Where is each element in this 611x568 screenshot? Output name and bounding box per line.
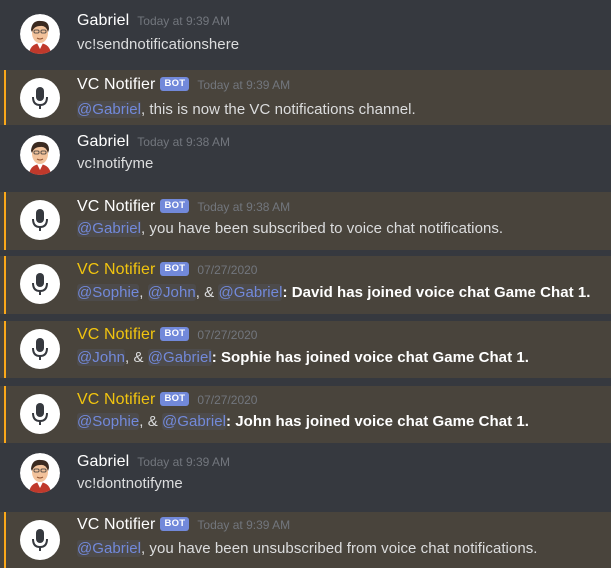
user-mention[interactable]: @Gabriel [218,284,283,301]
message-header: VC Notifier BOT Today at 9:39 AM [77,76,290,94]
user-mention[interactable]: @John [147,284,196,301]
user-avatar[interactable] [20,135,60,175]
author-name[interactable]: VC Notifier [77,326,155,344]
message-text: , you have been subscribed to voice chat… [140,220,504,237]
author-name[interactable]: VC Notifier [77,391,155,409]
separator: : [226,413,236,430]
bot-avatar[interactable] [20,329,60,369]
user-mention[interactable]: @Gabriel [162,413,226,430]
separator: , & [125,349,148,366]
bot-avatar[interactable] [20,200,60,240]
user-mention[interactable]: @Gabriel [77,220,141,237]
timestamp: Today at 9:39 AM [137,14,231,28]
message-text: , you have been unsubscribed from voice … [140,540,538,557]
bot-badge: BOT [160,77,190,91]
separator: , & [139,413,163,430]
bot-avatar[interactable] [20,78,60,118]
message: Gabriel Today at 9:38 AM vc!notifyme [0,125,611,188]
message-header: VC Notifier BOT 07/27/2020 [77,391,257,409]
author-name[interactable]: VC Notifier [77,198,155,216]
bot-badge: BOT [160,517,190,531]
message-content: @John, & @Gabriel: Sophie has joined voi… [77,349,529,366]
bot-badge: BOT [160,199,190,213]
author-name[interactable]: VC Notifier [77,261,155,279]
message-header: Gabriel Today at 9:39 AM [77,12,230,30]
message-highlighted: VC Notifier BOT 07/27/2020 @John, & @Gab… [0,321,611,378]
chat-message-list: Gabriel Today at 9:39 AM vc!sendnotifica… [0,0,611,568]
message-content: vc!dontnotifyme [77,475,183,492]
message-content: vc!notifyme [77,155,154,172]
timestamp: 07/27/2020 [197,328,258,342]
bold-text: David has joined voice chat Game Chat 1. [291,284,591,301]
timestamp: Today at 9:38 AM [137,135,231,149]
message-header: VC Notifier BOT 07/27/2020 [77,326,257,344]
message-text: , this is now the VC notifications chann… [140,101,416,118]
microphone-icon [32,273,48,295]
message: Gabriel Today at 9:39 AM vc!sendnotifica… [0,0,611,64]
user-mention[interactable]: @Gabriel [77,101,141,118]
message-content: @Sophie, @John, & @Gabriel: David has jo… [77,284,590,301]
user-mention[interactable]: @Gabriel [147,349,212,366]
message: Gabriel Today at 9:39 AM vc!dontnotifyme [0,443,611,507]
cartoon-man-avatar-icon [20,135,60,175]
cartoon-man-avatar-icon [20,453,60,493]
timestamp: Today at 9:38 AM [197,200,291,214]
author-name[interactable]: Gabriel [77,133,129,151]
separator: , [139,284,148,301]
microphone-icon [32,209,48,231]
message-header: VC Notifier BOT Today at 9:39 AM [77,516,290,534]
message-header: Gabriel Today at 9:39 AM [77,453,230,471]
timestamp: Today at 9:39 AM [197,78,291,92]
separator: , & [195,284,219,301]
author-name[interactable]: Gabriel [77,453,129,471]
bot-avatar[interactable] [20,520,60,560]
timestamp: Today at 9:39 AM [197,518,291,532]
user-mention[interactable]: @John [77,349,126,366]
message-header: VC Notifier BOT 07/27/2020 [77,261,257,279]
bot-avatar[interactable] [20,394,60,434]
microphone-icon [32,87,48,109]
message-highlighted: VC Notifier BOT Today at 9:39 AM @Gabrie… [0,70,611,125]
message-content: @Gabriel, you have been unsubscribed fro… [77,540,538,557]
microphone-icon [32,338,48,360]
message-header: Gabriel Today at 9:38 AM [77,133,230,151]
bot-badge: BOT [160,392,190,406]
microphone-icon [32,529,48,551]
user-mention[interactable]: @Gabriel [77,540,141,557]
message-highlighted: VC Notifier BOT 07/27/2020 @Sophie, @Joh… [0,256,611,314]
bot-badge: BOT [160,327,190,341]
user-avatar[interactable] [20,14,60,54]
message-highlighted: VC Notifier BOT 07/27/2020 @Sophie, & @G… [0,386,611,443]
timestamp: Today at 9:39 AM [137,455,231,469]
author-name[interactable]: VC Notifier [77,76,155,94]
message-content: @Gabriel, you have been subscribed to vo… [77,220,503,237]
microphone-icon [32,403,48,425]
user-mention[interactable]: @Sophie [77,413,140,430]
timestamp: 07/27/2020 [197,263,258,277]
separator: : [282,284,292,301]
bot-badge: BOT [160,262,190,276]
user-mention[interactable]: @Sophie [77,284,140,301]
message-highlighted: VC Notifier BOT Today at 9:39 AM @Gabrie… [0,512,611,568]
cartoon-man-avatar-icon [20,14,60,54]
bold-text: John has joined voice chat Game Chat 1. [235,413,529,430]
user-avatar[interactable] [20,453,60,493]
message-content: vc!sendnotificationshere [77,36,240,53]
author-name[interactable]: Gabriel [77,12,129,30]
message-content: @Sophie, & @Gabriel: John has joined voi… [77,413,529,430]
timestamp: 07/27/2020 [197,393,258,407]
message-highlighted: VC Notifier BOT Today at 9:38 AM @Gabrie… [0,192,611,250]
bold-text: Sophie has joined voice chat Game Chat 1… [220,349,529,366]
separator: : [211,349,221,366]
message-content: @Gabriel, this is now the VC notificatio… [77,101,416,118]
author-name[interactable]: VC Notifier [77,516,155,534]
bot-avatar[interactable] [20,264,60,304]
message-header: VC Notifier BOT Today at 9:38 AM [77,198,290,216]
